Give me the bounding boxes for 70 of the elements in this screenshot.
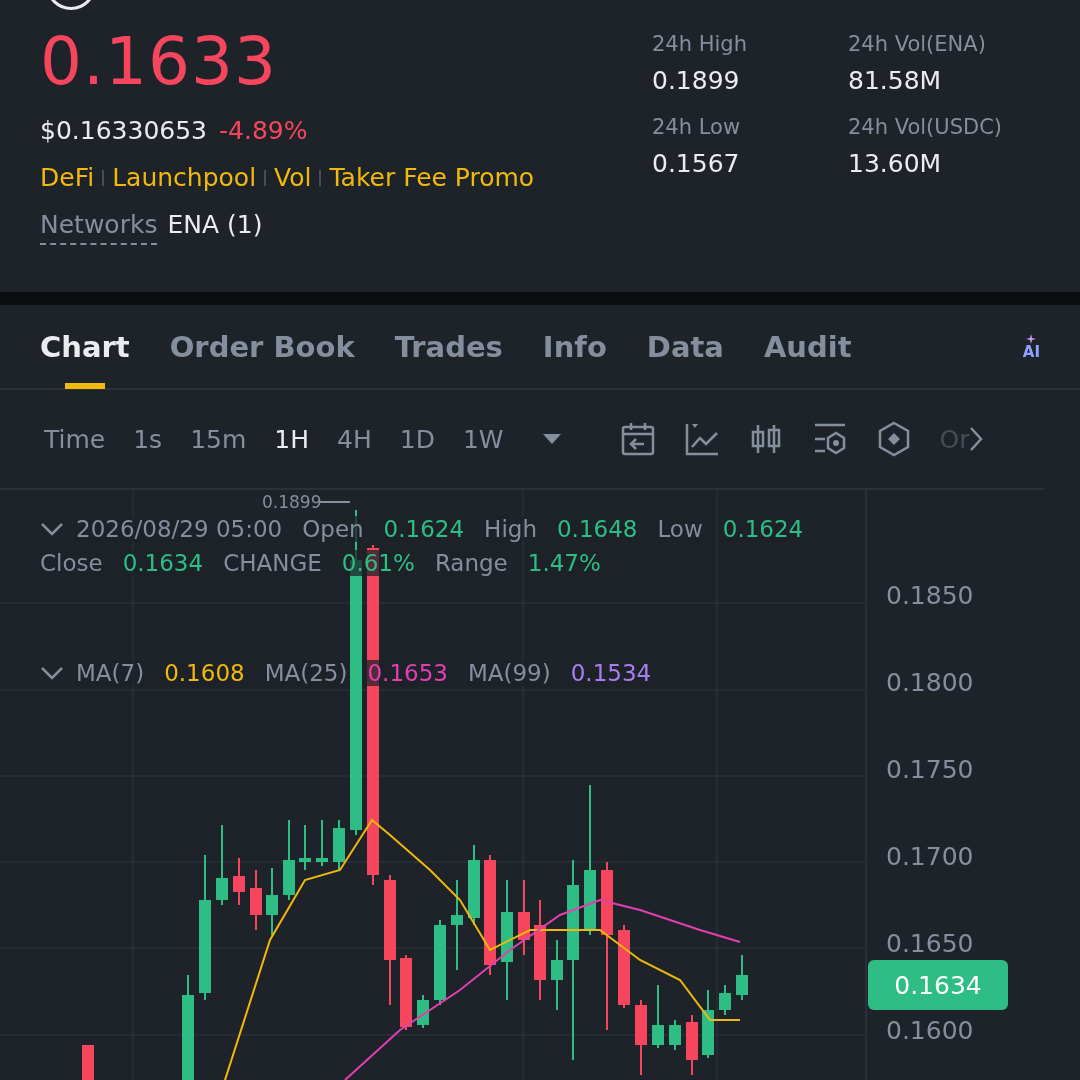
ma-value: 0.1653 [367, 660, 448, 686]
interval-option[interactable]: Time [44, 424, 106, 454]
candle [299, 824, 311, 871]
interval-option[interactable]: 1s [133, 424, 163, 454]
interval-option[interactable]: 4H [337, 424, 372, 454]
candle [686, 1014, 698, 1076]
chevron-down-icon [40, 666, 64, 680]
tag-link[interactable]: Taker Fee Promo [329, 163, 535, 192]
axis-label: 0.1600 [886, 1016, 974, 1046]
legend-label: Open [302, 516, 364, 542]
axis-label: 0.1850 [886, 581, 974, 611]
high-price-marker: 0.1899 [262, 492, 322, 512]
ma-label: MA(7) [76, 660, 145, 686]
candle [736, 954, 748, 1001]
tag-link[interactable]: Vol [274, 163, 312, 192]
tab[interactable]: Info [542, 304, 607, 389]
last-price: 0.1633 [40, 22, 278, 102]
legend-label: High [484, 516, 537, 542]
legend-value: 0.61% [341, 550, 415, 576]
tab[interactable]: Order Book [169, 304, 355, 389]
candle-date: 2026/08/29 05:00 [76, 516, 283, 542]
candle [316, 819, 328, 867]
candle [669, 1019, 681, 1051]
chevron-right-icon [969, 426, 984, 452]
candle [250, 869, 262, 931]
interval-option[interactable]: 1W [462, 424, 504, 454]
stat-value: 0.1567 [652, 149, 741, 178]
interval-option[interactable]: 15m [190, 424, 247, 454]
stat-label: 24h Vol(ENA) [848, 32, 987, 56]
candle [702, 989, 714, 1059]
candle [652, 984, 664, 1049]
networks-label: Networks [40, 210, 158, 245]
usd-price: $0.16330653 [40, 116, 207, 145]
legend-value: 0.1634 [122, 550, 204, 576]
candle [551, 939, 563, 1011]
ma-label: MA(25) [264, 660, 348, 686]
dropdown-caret-icon [541, 432, 562, 446]
axis-label: 0.1750 [886, 755, 974, 785]
candle [333, 819, 345, 871]
candle [82, 1044, 94, 1080]
high-marker-line [319, 501, 351, 503]
tag-link[interactable]: Launchpool [112, 163, 257, 192]
candle [233, 857, 245, 906]
tab[interactable]: Chart [40, 304, 130, 389]
tab[interactable]: Data [646, 304, 724, 389]
stat-value: 81.58M [848, 66, 943, 95]
tab[interactable]: Trades [394, 304, 503, 389]
interval-option[interactable]: 1H [274, 424, 309, 454]
networks-value: ENA (1) [167, 210, 263, 239]
stat-value: 0.1899 [652, 66, 741, 95]
current-price-badge: 0.1634 [868, 960, 1008, 1010]
ma-label: MA(99) [467, 660, 551, 686]
axis-label: 0.1650 [886, 929, 974, 959]
line-chart-icon[interactable] [683, 421, 720, 457]
candle [719, 984, 731, 1016]
price-change: -4.89% [219, 116, 308, 145]
candle [266, 867, 278, 936]
stat-value: 13.60M [848, 149, 943, 178]
chevron-down-icon [40, 522, 64, 536]
stat-label: 24h Vol(USDC) [848, 115, 1004, 139]
stat-label: 24h Low [652, 115, 742, 139]
axis-label: 0.1700 [886, 842, 974, 872]
calendar-icon[interactable] [619, 421, 656, 457]
tab[interactable]: Audit [763, 304, 852, 389]
stat-label: 24h High [652, 32, 748, 56]
axis-label: 0.1800 [886, 668, 974, 698]
sparkle-icon [1026, 333, 1037, 344]
ai-button[interactable]: AI [1022, 333, 1040, 360]
interval-option[interactable]: 1D [399, 424, 435, 454]
tag-link[interactable]: DeFi [40, 163, 95, 192]
